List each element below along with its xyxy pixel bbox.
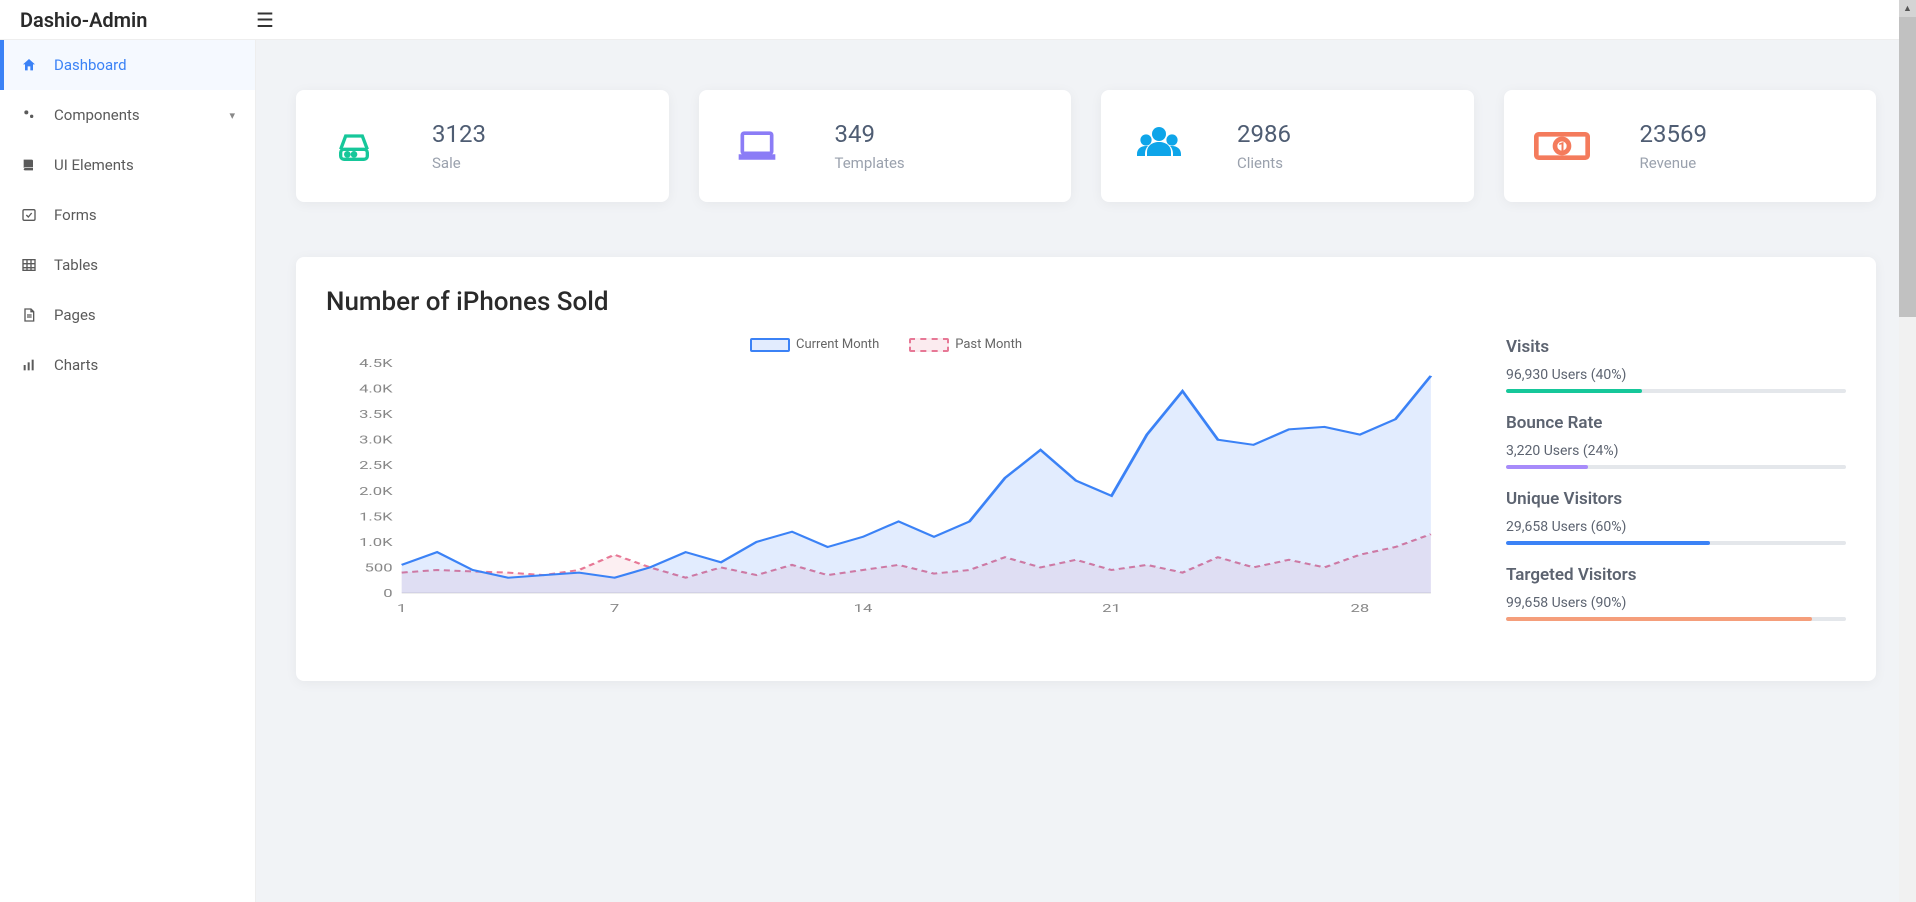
metric-title: Bounce Rate bbox=[1506, 413, 1846, 433]
metric-title: Unique Visitors bbox=[1506, 489, 1846, 509]
stat-card: 1 23569 Revenue bbox=[1504, 90, 1877, 202]
page-icon bbox=[20, 306, 38, 324]
metric-text: 99,658 Users (90%) bbox=[1506, 595, 1846, 611]
check-icon bbox=[20, 206, 38, 224]
scrollbar-thumb[interactable] bbox=[1899, 17, 1916, 317]
svg-text:1.0K: 1.0K bbox=[359, 537, 393, 549]
svg-text:7: 7 bbox=[610, 603, 619, 615]
laptop-icon bbox=[729, 118, 785, 174]
svg-text:14: 14 bbox=[854, 603, 873, 615]
sidebar-item-tables[interactable]: Tables bbox=[0, 240, 255, 290]
brand-title: Dashio-Admin bbox=[20, 8, 256, 32]
stat-card: 3123 Sale bbox=[296, 90, 669, 202]
home-icon bbox=[20, 56, 38, 74]
hamburger-menu-icon[interactable]: ☰ bbox=[256, 8, 274, 32]
svg-text:4.5K: 4.5K bbox=[359, 358, 393, 370]
chart-card: Number of iPhones Sold Current Month Pas… bbox=[296, 257, 1876, 681]
chart-legend: Current Month Past Month bbox=[326, 337, 1446, 352]
stat-card: 349 Templates bbox=[699, 90, 1072, 202]
metric-text: 29,658 Users (60%) bbox=[1506, 519, 1846, 535]
sidebar-item-dashboard[interactable]: Dashboard bbox=[0, 40, 255, 90]
metric-title: Visits bbox=[1506, 337, 1846, 357]
stat-value: 23569 bbox=[1640, 120, 1707, 148]
sidebar-item-label: Forms bbox=[54, 206, 97, 224]
sidebar-item-label: Charts bbox=[54, 356, 98, 374]
stat-value: 2986 bbox=[1237, 120, 1291, 148]
sidebar-item-pages[interactable]: Pages bbox=[0, 290, 255, 340]
svg-text:3.5K: 3.5K bbox=[359, 409, 393, 421]
metric: Bounce Rate 3,220 Users (24%) bbox=[1506, 413, 1846, 469]
sidebar-item-ui-elements[interactable]: UI Elements bbox=[0, 140, 255, 190]
sidebar-item-label: Components bbox=[54, 106, 140, 124]
svg-text:1.5K: 1.5K bbox=[359, 511, 393, 523]
legend-swatch bbox=[750, 338, 790, 352]
stat-card: 2986 Clients bbox=[1101, 90, 1474, 202]
sidebar-item-charts[interactable]: Charts bbox=[0, 340, 255, 390]
drive-icon bbox=[326, 118, 382, 174]
book-icon bbox=[20, 156, 38, 174]
progress-bar bbox=[1506, 617, 1846, 621]
stat-label: Sale bbox=[432, 154, 486, 172]
cogs-icon bbox=[20, 106, 38, 124]
svg-text:28: 28 bbox=[1351, 603, 1370, 615]
stat-label: Clients bbox=[1237, 154, 1291, 172]
main-content: 3123 Sale 349 Templates 2986 Clients 1 23569 Rev… bbox=[256, 40, 1916, 902]
stat-label: Revenue bbox=[1640, 154, 1707, 172]
metric-title: Targeted Visitors bbox=[1506, 565, 1846, 585]
svg-text:2.5K: 2.5K bbox=[359, 460, 393, 472]
metric: Targeted Visitors 99,658 Users (90%) bbox=[1506, 565, 1846, 621]
metric-text: 3,220 Users (24%) bbox=[1506, 443, 1846, 459]
sidebar-item-components[interactable]: Components ▾ bbox=[0, 90, 255, 140]
progress-bar bbox=[1506, 541, 1846, 545]
metric: Unique Visitors 29,658 Users (60%) bbox=[1506, 489, 1846, 545]
bar-chart-icon bbox=[20, 356, 38, 374]
svg-text:3.0K: 3.0K bbox=[359, 434, 393, 446]
sidebar-item-label: Dashboard bbox=[54, 56, 127, 74]
stat-value: 349 bbox=[835, 120, 905, 148]
scroll-up-icon[interactable]: ▲ bbox=[1899, 0, 1916, 17]
line-chart[interactable]: 0 500 1.0K 1.5K 2.0K 2.5K 3.0K 3.5K 4.0K 4.5K 1 7 14… bbox=[326, 358, 1446, 618]
stat-value: 3123 bbox=[432, 120, 486, 148]
legend-label: Past Month bbox=[955, 337, 1022, 352]
legend-item-current[interactable]: Current Month bbox=[750, 337, 879, 352]
metric-text: 96,930 Users (40%) bbox=[1506, 367, 1846, 383]
sidebar: Dashboard Components ▾ UI Elements Forms… bbox=[0, 40, 256, 902]
sidebar-item-label: Tables bbox=[54, 256, 98, 274]
svg-text:500: 500 bbox=[365, 562, 393, 574]
table-icon bbox=[20, 256, 38, 274]
svg-text:1: 1 bbox=[397, 603, 406, 615]
vertical-scrollbar[interactable]: ▲ bbox=[1899, 0, 1916, 902]
chevron-down-icon: ▾ bbox=[229, 109, 235, 122]
money-icon: 1 bbox=[1534, 118, 1590, 174]
progress-bar bbox=[1506, 389, 1846, 393]
legend-swatch bbox=[909, 338, 949, 352]
svg-text:0: 0 bbox=[383, 588, 392, 600]
svg-text:4.0K: 4.0K bbox=[359, 383, 393, 395]
svg-text:21: 21 bbox=[1102, 603, 1121, 615]
legend-label: Current Month bbox=[796, 337, 879, 352]
sidebar-item-forms[interactable]: Forms bbox=[0, 190, 255, 240]
sidebar-item-label: Pages bbox=[54, 306, 96, 324]
metric: Visits 96,930 Users (40%) bbox=[1506, 337, 1846, 393]
chart-title: Number of iPhones Sold bbox=[326, 287, 1846, 317]
stat-label: Templates bbox=[835, 154, 905, 172]
svg-text:2.0K: 2.0K bbox=[359, 485, 393, 497]
svg-text:1: 1 bbox=[1557, 140, 1565, 156]
progress-bar bbox=[1506, 465, 1846, 469]
legend-item-past[interactable]: Past Month bbox=[909, 337, 1022, 352]
sidebar-item-label: UI Elements bbox=[54, 156, 134, 174]
users-icon bbox=[1131, 118, 1187, 174]
